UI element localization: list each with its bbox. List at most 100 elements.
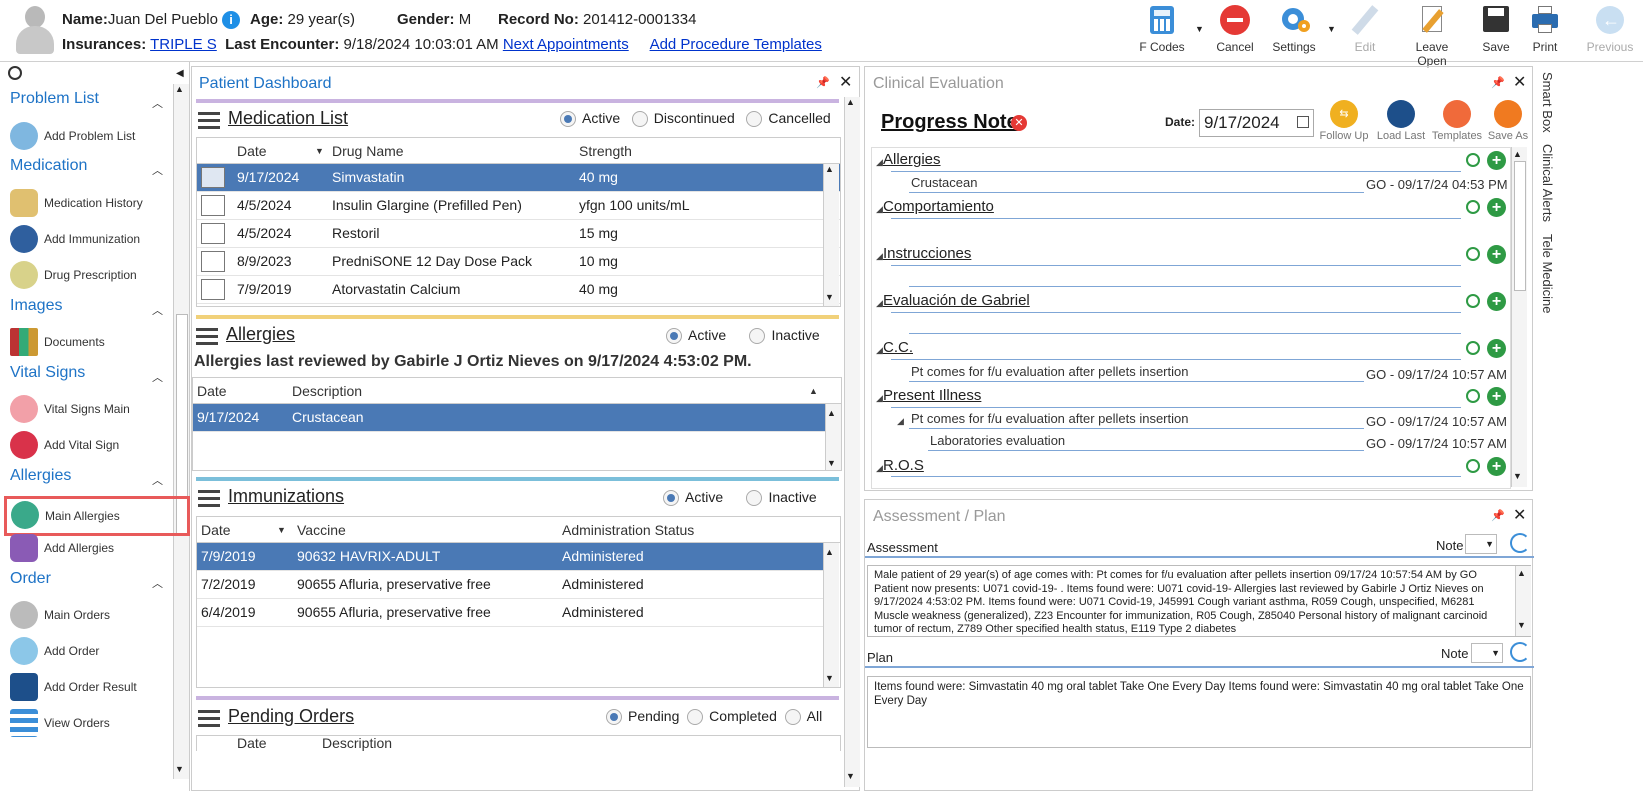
remove-note-icon[interactable]: ✕: [1011, 115, 1027, 131]
add-icon[interactable]: +: [1487, 198, 1506, 217]
section-medication[interactable]: Medication: [10, 157, 87, 175]
table-row[interactable]: 7/9/2019 MetFORMIN Hydrochloride 500 mg: [197, 304, 840, 306]
radio-cancelled[interactable]: Cancelled: [746, 110, 831, 128]
add-icon[interactable]: +: [1487, 339, 1506, 358]
section-allergies[interactable]: Allergies: [10, 467, 71, 485]
alarm-icon[interactable]: [1466, 459, 1480, 473]
collapse-icon[interactable]: ◢: [876, 298, 883, 309]
immunizations-table-scrollbar[interactable]: ▲ ▼: [823, 543, 839, 687]
assessment-textarea[interactable]: Male patient of 29 year(s) of age comes …: [867, 565, 1531, 637]
fcodes-button[interactable]: F Codes: [1132, 4, 1192, 54]
table-row[interactable]: 9/17/2024 Crustacean: [193, 404, 825, 432]
radio-all[interactable]: All: [784, 708, 822, 726]
medication-table-scrollbar[interactable]: ▲ ▼: [823, 164, 839, 306]
chevron-up-icon[interactable]: ︿: [152, 369, 163, 385]
pin-icon[interactable]: 📌: [1491, 76, 1505, 89]
table-row[interactable]: 9/17/2024 Simvastatin 40 mg: [197, 164, 840, 192]
collapse-icon[interactable]: ◢: [876, 463, 883, 474]
sidebar-item-main-allergies[interactable]: Main Allergies: [4, 496, 190, 536]
chevron-up-icon[interactable]: ︿: [152, 95, 163, 111]
section-ros[interactable]: R.O.S: [883, 457, 924, 474]
menu-icon[interactable]: [196, 327, 218, 346]
radio-completed[interactable]: Completed: [687, 708, 777, 726]
alarm-icon[interactable]: [1466, 153, 1480, 167]
info-icon[interactable]: i: [222, 11, 241, 30]
col-vaccine[interactable]: Vaccine: [297, 517, 346, 543]
section-images[interactable]: Images: [10, 297, 62, 315]
refresh-icon[interactable]: [1510, 642, 1530, 662]
refresh-icon[interactable]: [1510, 533, 1530, 553]
tab-smart-box[interactable]: Smart Box: [1540, 72, 1555, 133]
table-row[interactable]: 4/5/2024 Restoril 15 mg: [197, 220, 840, 248]
load-last-button[interactable]: Load Last: [1375, 100, 1427, 142]
note-scrollbar[interactable]: ▲ ▼: [1511, 147, 1527, 487]
previous-button[interactable]: ← Previous: [1580, 4, 1640, 54]
section-instrucciones[interactable]: Instrucciones: [883, 245, 971, 262]
collapse-icon[interactable]: ◢: [876, 345, 883, 356]
close-icon[interactable]: ✕: [839, 72, 852, 92]
close-icon[interactable]: ✕: [1513, 72, 1526, 92]
note-format-dropdown[interactable]: ▼: [1465, 534, 1497, 554]
chevron-up-icon[interactable]: ︿: [152, 472, 163, 488]
collapse-icon[interactable]: ◢: [876, 204, 883, 215]
table-row[interactable]: 6/4/2019 90655 Afluria, preservative free…: [197, 599, 823, 627]
calendar-icon[interactable]: [1297, 116, 1309, 128]
section-evaluacion[interactable]: Evaluación de Gabriel: [883, 292, 1030, 309]
search-icon[interactable]: [8, 66, 22, 80]
radio-active[interactable]: Active: [560, 110, 620, 128]
col-strength[interactable]: Strength: [579, 138, 632, 164]
plan-format-dropdown[interactable]: ▼: [1471, 643, 1503, 663]
add-icon[interactable]: +: [1487, 292, 1506, 311]
alarm-icon[interactable]: [1466, 294, 1480, 308]
add-icon[interactable]: +: [1487, 457, 1506, 476]
chevron-up-icon[interactable]: ︿: [152, 575, 163, 591]
settings-button[interactable]: Settings: [1264, 4, 1324, 54]
next-appointments-link[interactable]: Next Appointments: [503, 36, 629, 53]
radio-pending[interactable]: Pending: [606, 708, 679, 726]
sidebar-scrollbar[interactable]: ▲ ▼: [173, 84, 189, 779]
date-field[interactable]: 9/17/2024: [1199, 109, 1314, 137]
radio-active[interactable]: Active: [663, 489, 723, 507]
col-administration-status[interactable]: Administration Status: [562, 517, 694, 543]
fcodes-dropdown-icon[interactable]: ▼: [1195, 24, 1204, 34]
menu-icon[interactable]: [198, 489, 220, 508]
table-row[interactable]: 7/2/2019 90655 Afluria, preservative free…: [197, 571, 823, 599]
section-allergies[interactable]: Allergies: [883, 151, 941, 168]
chevron-up-icon[interactable]: ︿: [152, 302, 163, 318]
table-row[interactable]: 4/5/2024 Insulin Glargine (Prefilled Pen)…: [197, 192, 840, 220]
add-icon[interactable]: +: [1487, 245, 1506, 264]
section-comportamiento[interactable]: Comportamiento: [883, 198, 994, 215]
pin-icon[interactable]: 📌: [816, 76, 830, 89]
edit-button[interactable]: Edit: [1335, 4, 1395, 54]
col-date[interactable]: Date: [237, 138, 267, 164]
tab-tele-medicine[interactable]: Tele Medicine: [1540, 234, 1555, 314]
col-date[interactable]: Date: [201, 517, 231, 543]
collapse-icon[interactable]: ◢: [876, 251, 883, 262]
section-cc[interactable]: C.C.: [883, 339, 913, 356]
row-checkbox[interactable]: [201, 279, 225, 300]
radio-inactive[interactable]: Inactive: [746, 489, 817, 507]
table-row[interactable]: 8/9/2023 PredniSONE 12 Day Dose Pack 10 mg: [197, 248, 840, 276]
section-present-illness[interactable]: Present Illness: [883, 387, 981, 404]
table-row[interactable]: 7/9/2019 Atorvastatin Calcium 40 mg: [197, 276, 840, 304]
plan-textarea[interactable]: Items found were: Simvastatin 40 mg oral…: [867, 676, 1531, 748]
radio-inactive[interactable]: Inactive: [749, 327, 820, 345]
pin-icon[interactable]: 📌: [1491, 509, 1505, 522]
menu-icon[interactable]: [198, 111, 220, 130]
section-vital-signs[interactable]: Vital Signs: [10, 364, 85, 382]
col-date[interactable]: Date: [237, 736, 267, 751]
tab-clinical-alerts[interactable]: Clinical Alerts: [1540, 144, 1555, 222]
row-checkbox[interactable]: [201, 167, 225, 188]
radio-active[interactable]: Active: [666, 327, 726, 345]
collapse-icon[interactable]: ◢: [876, 393, 883, 404]
col-date[interactable]: Date: [197, 378, 227, 404]
section-problem-list[interactable]: Problem List: [10, 90, 99, 108]
chevron-up-icon[interactable]: ︿: [152, 162, 163, 178]
dashboard-scrollbar[interactable]: ▲ ▼: [844, 97, 860, 787]
assessment-scrollbar[interactable]: ▲ ▼: [1515, 566, 1531, 636]
templates-button[interactable]: Templates: [1431, 100, 1483, 142]
insurance-link[interactable]: TRIPLE S: [150, 36, 217, 53]
leave-open-button[interactable]: Leave Open: [1402, 4, 1462, 68]
col-description[interactable]: Description: [292, 378, 362, 404]
add-procedure-templates-link[interactable]: Add Procedure Templates: [650, 36, 822, 53]
